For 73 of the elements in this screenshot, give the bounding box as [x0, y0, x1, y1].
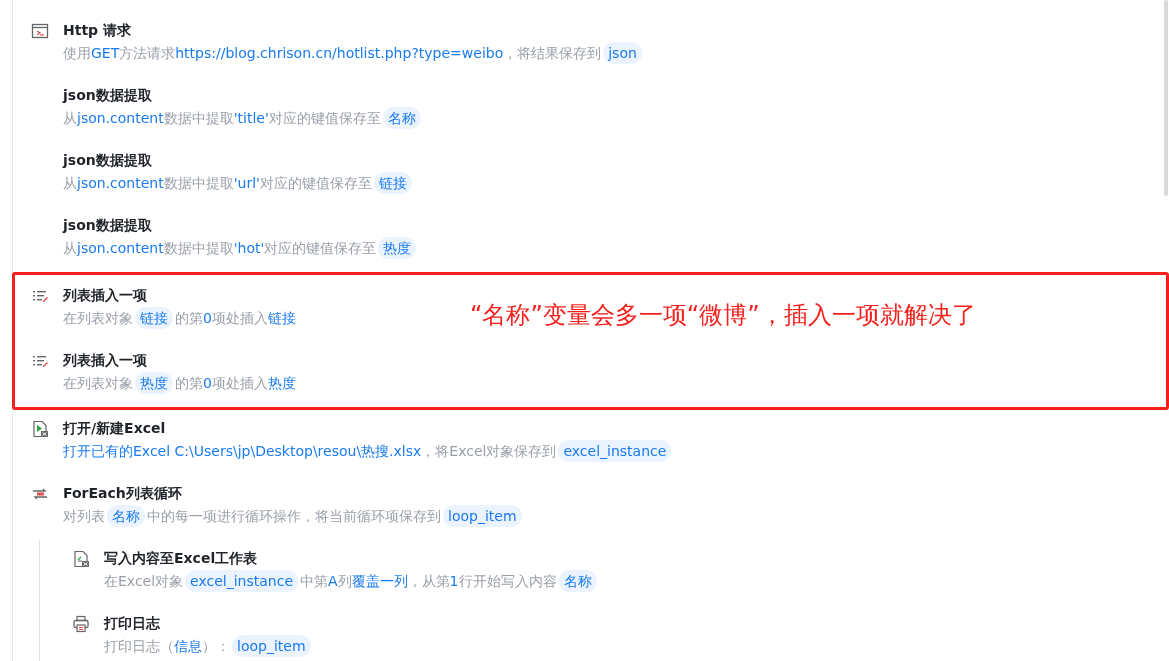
description-text: 从 [63, 239, 77, 258]
browser-window-icon [31, 22, 49, 40]
parameter-text: json.content [77, 109, 164, 128]
variable-tag: 链接 [373, 172, 412, 194]
description-text: ）： [202, 637, 230, 656]
annotation-text: “名称”变量会多一项“微博”，插入一项就解决了 [470, 300, 976, 331]
description-text: 对应的键值保存至 [259, 174, 372, 193]
step-title: 写入内容至Excel工作表 [104, 549, 259, 568]
description-text: 中第 [300, 572, 328, 591]
parameter-text: GET [91, 44, 120, 63]
description-text: 的第 [175, 309, 203, 328]
description-text: 方法请求 [119, 44, 176, 63]
description-text: 打印日志（ [104, 637, 174, 656]
parameter-text: 0 [203, 374, 212, 393]
parameter-text: 'hot' [233, 239, 265, 258]
description-text: 数据中提取 [163, 109, 234, 128]
description-text: 从 [63, 109, 77, 128]
step-title: 列表插入一项 [63, 351, 148, 370]
parameter-text: 打开已有的Excel C:\Users\jp\Desktop\resou\热搜.xlsx [63, 442, 422, 461]
parameter-text: 热度 [267, 374, 296, 393]
spreadsheet-file-icon [31, 420, 49, 438]
printer-icon [72, 615, 90, 633]
variable-tag: 链接 [135, 307, 173, 329]
description-text: 对应的键值保存至 [264, 239, 377, 258]
spreadsheet-file-icon [72, 550, 90, 568]
step-title: Http 请求 [63, 21, 132, 40]
description-text: 数据中提取 [163, 239, 234, 258]
description-text: 在列表对象 [63, 374, 133, 393]
description-text: ，将结果保存到 [503, 44, 602, 63]
description-text: 使用 [63, 44, 91, 63]
step-title: 打开/新建Excel [63, 419, 167, 438]
variable-tag: loop_item [443, 505, 522, 527]
parameter-text: 覆盖一列 [351, 572, 408, 591]
parameter-text: json.content [77, 174, 164, 193]
description-text: 在Excel对象 [104, 572, 184, 591]
variable-tag: 名称 [558, 570, 597, 592]
step-title: json数据提取 [63, 86, 153, 105]
variable-tag: loop_item [232, 635, 311, 657]
description-text: 中的每一项进行循环操作，将当前循环项保存到 [147, 507, 441, 526]
description-text: 项处插入 [211, 309, 268, 328]
step-title: json数据提取 [63, 216, 153, 235]
description-text: 对应的键值保存至 [268, 109, 381, 128]
parameter-text: 1 [449, 572, 459, 591]
variable-tag: 名称 [382, 107, 421, 129]
description-text: 数据中提取 [163, 174, 234, 193]
description-text: 的第 [175, 374, 203, 393]
variable-tag: json [603, 42, 642, 64]
variable-tag: excel_instance [185, 570, 298, 592]
description-text: 列 [337, 572, 352, 591]
step-title: ForEach列表循环 [63, 484, 183, 503]
description-text: 从 [63, 174, 77, 193]
description-text: ，从第 [407, 572, 450, 591]
scrollbar-thumb[interactable] [1164, 0, 1168, 196]
parameter-text: 链接 [267, 309, 296, 328]
variable-tag: excel_instance [558, 440, 672, 462]
parameter-text: 'url' [233, 174, 260, 193]
variable-tag: 名称 [107, 505, 145, 527]
description-text: ，将Excel对象保存到 [421, 442, 557, 461]
parameter-text: A [328, 572, 338, 591]
description-text: 行开始写入内容 [458, 572, 557, 591]
parameter-text: 0 [203, 309, 212, 328]
description-text: 对列表 [63, 507, 105, 526]
parameter-text: 'title' [233, 109, 269, 128]
description-text: 项处插入 [211, 374, 268, 393]
step-title: json数据提取 [63, 151, 153, 170]
step-title: 打印日志 [104, 614, 161, 633]
description-text: 在列表对象 [63, 309, 133, 328]
variable-tag: 热度 [378, 237, 417, 259]
parameter-text: json.content [77, 239, 164, 258]
variable-tag: 热度 [135, 372, 173, 394]
parameter-text: https://blog.chrison.cn/hotlist.php?type=weibo [175, 44, 504, 63]
parameter-text: 信息 [174, 637, 202, 656]
step-title: 列表插入一项 [63, 286, 148, 305]
